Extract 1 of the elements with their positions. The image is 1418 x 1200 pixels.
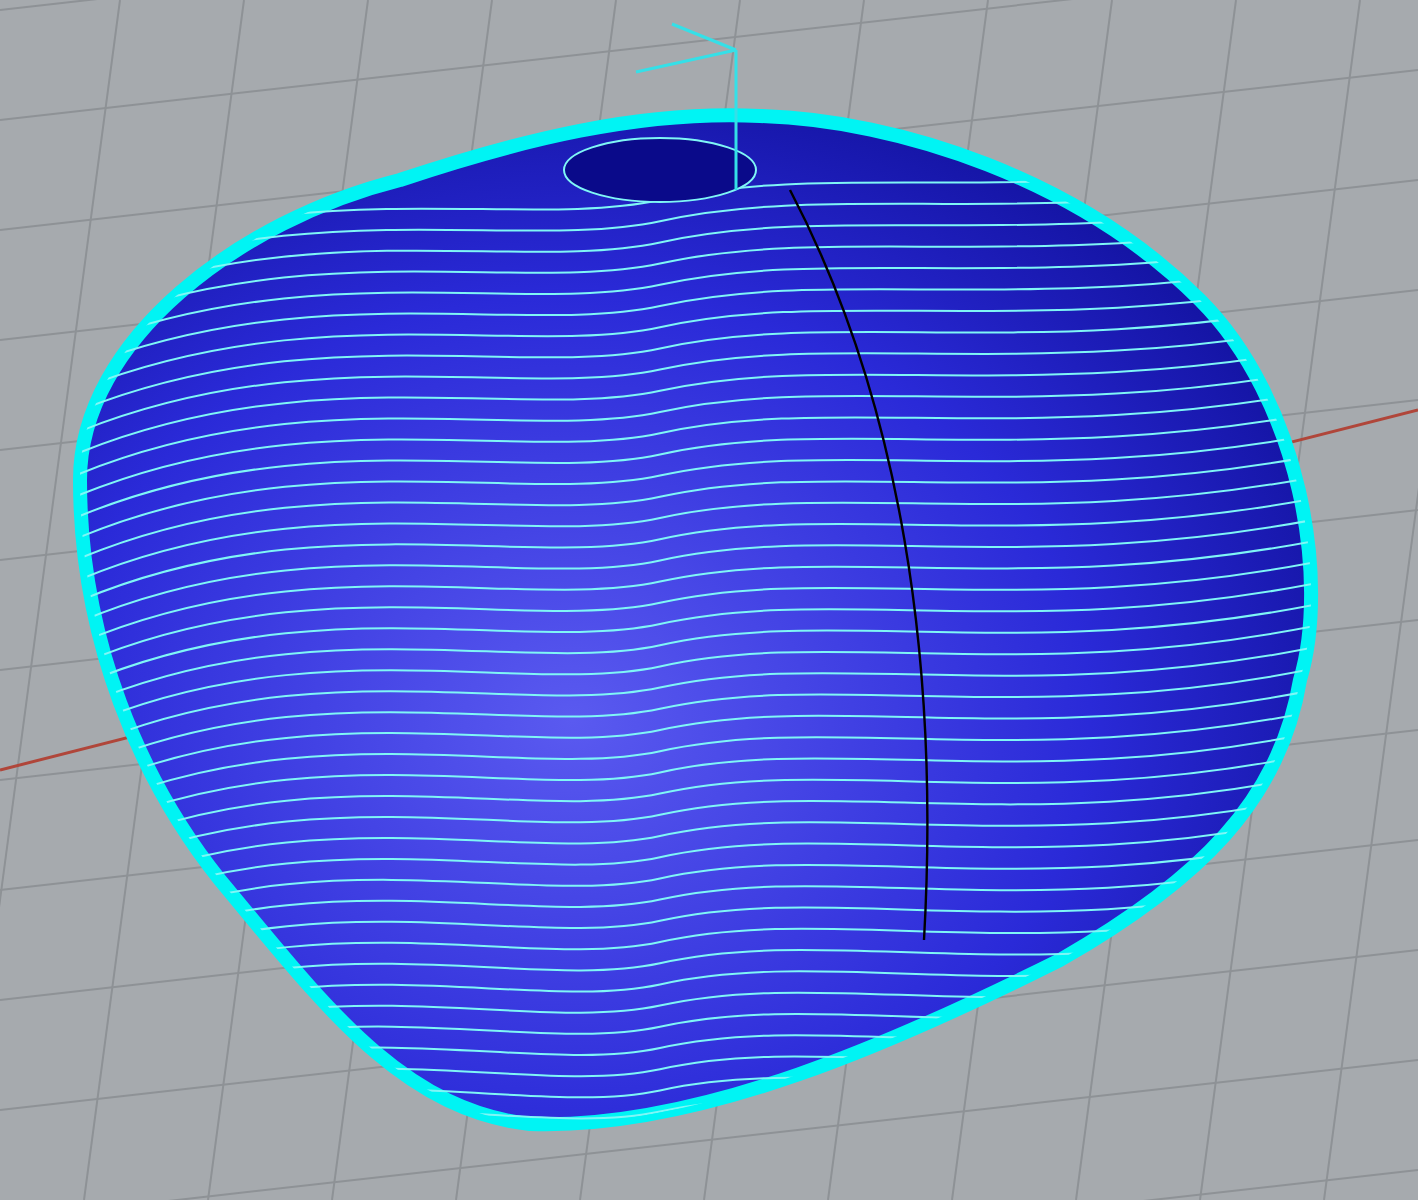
gizmo-icon bbox=[634, 22, 738, 192]
